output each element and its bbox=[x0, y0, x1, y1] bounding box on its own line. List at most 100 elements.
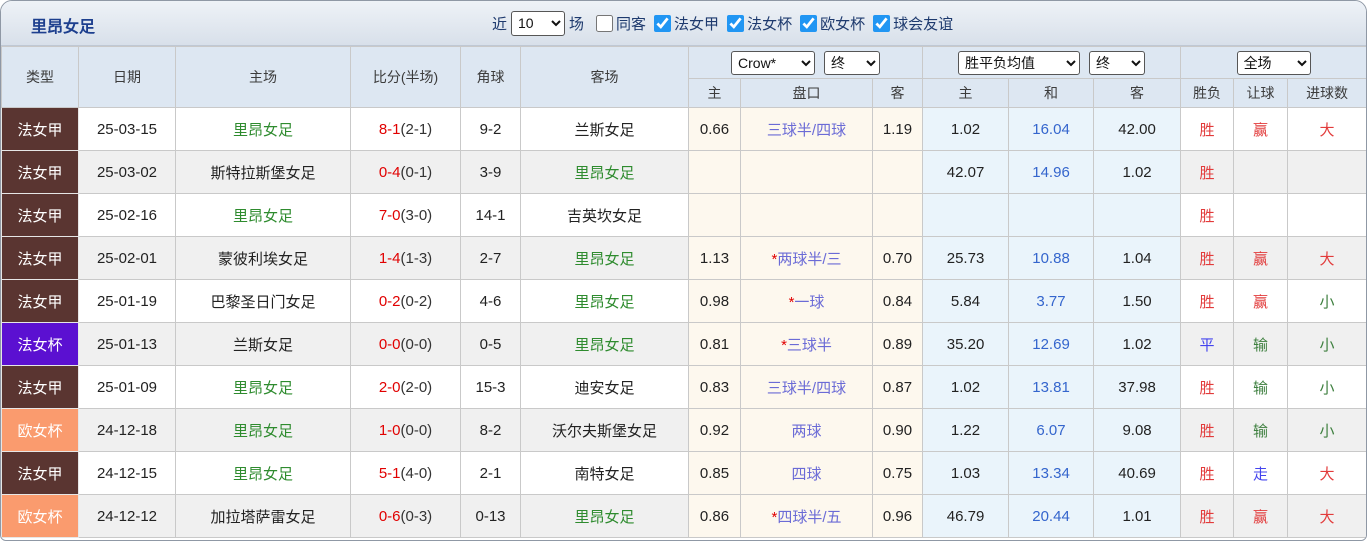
handicap-result-cell bbox=[1234, 194, 1288, 237]
avg-draw-odds-cell: 14.96 bbox=[1009, 151, 1094, 194]
scope-select[interactable]: 全场 bbox=[1237, 51, 1311, 75]
avg-home-odds-cell: 35.20 bbox=[923, 323, 1009, 366]
away-team-cell: 吉英坎女足 bbox=[521, 194, 689, 237]
handicap-away-odds-cell bbox=[873, 194, 923, 237]
handicap-result-cell bbox=[1234, 151, 1288, 194]
league-badge: 欧女杯 bbox=[2, 409, 79, 452]
subheader-avg-draw: 和 bbox=[1009, 79, 1094, 108]
same-opponent-label: 同客 bbox=[616, 13, 646, 34]
date-cell: 24-12-18 bbox=[79, 409, 176, 452]
away-team-cell: 南特女足 bbox=[521, 452, 689, 495]
match-result-cell: 胜 bbox=[1181, 108, 1234, 151]
league-badge: 欧女杯 bbox=[2, 495, 79, 538]
score-cell: 2-0(2-0) bbox=[351, 366, 461, 409]
match-history-widget: 里昂女足 近 10 场 同客 法女甲法女杯欧女杯球会友谊 类型 日期 主场 比分… bbox=[0, 0, 1367, 541]
handicap-result-cell: 输 bbox=[1234, 409, 1288, 452]
handicap-star: * bbox=[781, 337, 787, 354]
score-main: 0-0 bbox=[379, 336, 401, 353]
handicap-cell: *三球半 bbox=[741, 323, 873, 366]
score-half: (1-3) bbox=[401, 250, 433, 267]
league-filter-checkbox-0[interactable] bbox=[654, 15, 671, 32]
score-cell: 1-4(1-3) bbox=[351, 237, 461, 280]
handicap-result-cell: 赢 bbox=[1234, 108, 1288, 151]
league-filter-checkbox-3[interactable] bbox=[873, 15, 890, 32]
handicap-cell: *两球半/三 bbox=[741, 237, 873, 280]
odds-time-select[interactable]: 终 bbox=[824, 51, 880, 75]
avg-away-odds-cell: 1.01 bbox=[1094, 495, 1181, 538]
topbar-controls: 近 10 场 同客 法女甲法女杯欧女杯球会友谊 bbox=[488, 1, 953, 45]
score-half: (0-2) bbox=[401, 293, 433, 310]
away-team-cell: 里昂女足 bbox=[521, 495, 689, 538]
handicap-result-cell: 赢 bbox=[1234, 280, 1288, 323]
same-opponent-filter: 同客 bbox=[588, 13, 646, 34]
score-half: (2-0) bbox=[401, 379, 433, 396]
avg-home-odds-cell: 1.22 bbox=[923, 409, 1009, 452]
handicap-away-odds-cell bbox=[873, 151, 923, 194]
away-team-cell: 兰斯女足 bbox=[521, 108, 689, 151]
score-main: 7-0 bbox=[379, 207, 401, 224]
match-result-cell: 胜 bbox=[1181, 280, 1234, 323]
corner-cell: 9-2 bbox=[461, 108, 521, 151]
handicap-cell: *四球半/五 bbox=[741, 495, 873, 538]
score-half: (3-0) bbox=[401, 207, 433, 224]
score-main: 0-2 bbox=[379, 293, 401, 310]
league-filter-label: 球会友谊 bbox=[893, 13, 953, 34]
handicap-away-odds-cell: 0.84 bbox=[873, 280, 923, 323]
avg-draw-odds-cell: 12.69 bbox=[1009, 323, 1094, 366]
subheader-handicap: 盘口 bbox=[741, 79, 873, 108]
corner-cell: 15-3 bbox=[461, 366, 521, 409]
match-result-cell: 平 bbox=[1181, 323, 1234, 366]
corner-cell: 0-13 bbox=[461, 495, 521, 538]
score-half: (0-1) bbox=[401, 164, 433, 181]
table-row: 法女甲25-01-19巴黎圣日门女足0-2(0-2)4-6里昂女足0.98*一球… bbox=[2, 280, 1367, 323]
league-filter-2: 欧女杯 bbox=[792, 13, 865, 34]
table-row: 欧女杯24-12-18里昂女足1-0(0-0)8-2沃尔夫斯堡女足0.92两球0… bbox=[2, 409, 1367, 452]
page-title: 里昂女足 bbox=[31, 13, 95, 37]
same-opponent-checkbox[interactable] bbox=[596, 15, 613, 32]
avg-time-select[interactable]: 终 bbox=[1089, 51, 1145, 75]
home-team-cell: 里昂女足 bbox=[176, 194, 351, 237]
handicap-cell bbox=[741, 194, 873, 237]
avg-away-odds-cell: 1.50 bbox=[1094, 280, 1181, 323]
table-row: 法女甲25-03-02斯特拉斯堡女足0-4(0-1)3-9里昂女足42.0714… bbox=[2, 151, 1367, 194]
league-filter-checkbox-1[interactable] bbox=[727, 15, 744, 32]
avg-home-odds-cell: 5.84 bbox=[923, 280, 1009, 323]
header-score: 比分(半场) bbox=[351, 47, 461, 108]
avg-away-odds-cell: 40.69 bbox=[1094, 452, 1181, 495]
handicap-star: * bbox=[789, 294, 795, 311]
avg-type-select[interactable]: 胜平负均值 bbox=[958, 51, 1080, 75]
score-cell: 0-0(0-0) bbox=[351, 323, 461, 366]
corner-cell: 4-6 bbox=[461, 280, 521, 323]
league-filter-checkbox-2[interactable] bbox=[800, 15, 817, 32]
date-cell: 24-12-15 bbox=[79, 452, 176, 495]
handicap-away-odds-cell: 0.90 bbox=[873, 409, 923, 452]
handicap-cell: 三球半/四球 bbox=[741, 108, 873, 151]
subheader-result: 胜负 bbox=[1181, 79, 1234, 108]
date-cell: 25-02-16 bbox=[79, 194, 176, 237]
recent-count-select[interactable]: 10 bbox=[511, 11, 565, 36]
score-cell: 0-6(0-3) bbox=[351, 495, 461, 538]
avg-draw-odds-cell: 10.88 bbox=[1009, 237, 1094, 280]
subheader-odds-away: 客 bbox=[873, 79, 923, 108]
table-row: 法女甲25-01-09里昂女足2-0(2-0)15-3迪安女足0.83三球半/四… bbox=[2, 366, 1367, 409]
handicap-home-odds-cell: 0.83 bbox=[689, 366, 741, 409]
avg-draw-odds-cell: 13.34 bbox=[1009, 452, 1094, 495]
handicap-home-odds-cell bbox=[689, 151, 741, 194]
handicap-home-odds-cell: 0.86 bbox=[689, 495, 741, 538]
handicap-result-cell: 赢 bbox=[1234, 237, 1288, 280]
odds-provider-select[interactable]: Crow* bbox=[731, 51, 815, 75]
score-main: 1-4 bbox=[379, 250, 401, 267]
avg-home-odds-cell: 46.79 bbox=[923, 495, 1009, 538]
league-badge: 法女甲 bbox=[2, 280, 79, 323]
league-filters: 法女甲法女杯欧女杯球会友谊 bbox=[646, 13, 953, 34]
table-row: 法女甲25-02-01蒙彼利埃女足1-4(1-3)2-7里昂女足1.13*两球半… bbox=[2, 237, 1367, 280]
handicap-cell: *一球 bbox=[741, 280, 873, 323]
handicap-result-cell: 输 bbox=[1234, 323, 1288, 366]
score-main: 2-0 bbox=[379, 379, 401, 396]
result-group-header: 全场 bbox=[1181, 47, 1367, 79]
handicap-home-odds-cell: 0.85 bbox=[689, 452, 741, 495]
score-cell: 8-1(2-1) bbox=[351, 108, 461, 151]
date-cell: 25-02-01 bbox=[79, 237, 176, 280]
avg-draw-odds-cell: 20.44 bbox=[1009, 495, 1094, 538]
handicap-home-odds-cell: 0.92 bbox=[689, 409, 741, 452]
